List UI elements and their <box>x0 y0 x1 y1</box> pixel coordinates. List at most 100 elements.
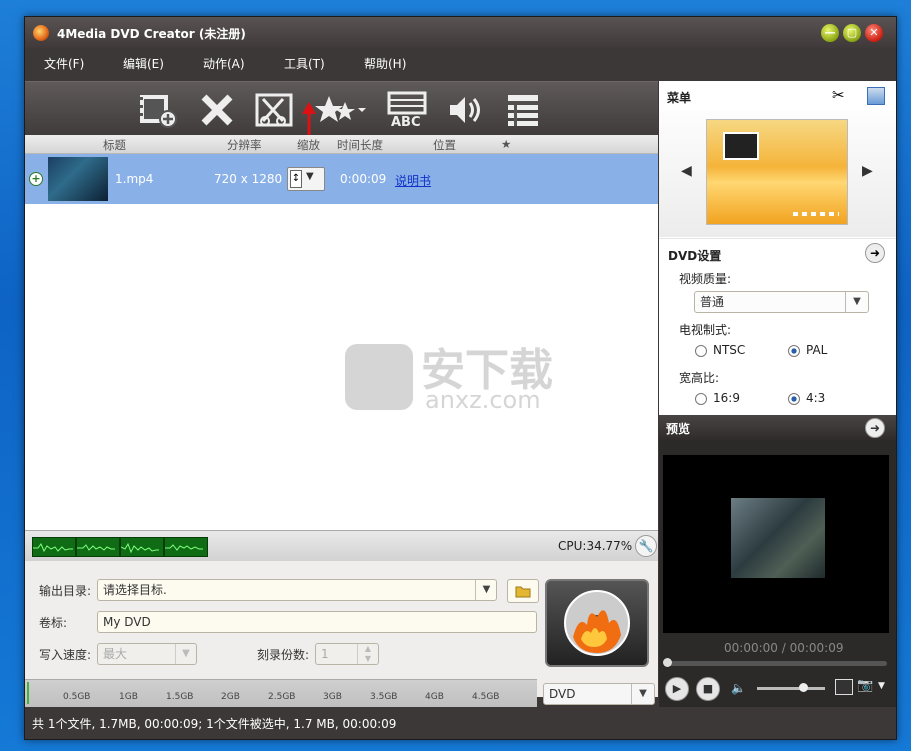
layout-button[interactable] <box>867 87 885 105</box>
copies-label: 刻录份数: <box>257 648 310 662</box>
cpu-settings-button[interactable]: 🔧 <box>635 535 657 557</box>
gauge-label: 4.5GB <box>472 692 500 702</box>
gauge-label: 2GB <box>221 692 240 702</box>
chevron-down-icon: ▼ <box>631 684 654 704</box>
volume-label: 卷标: <box>39 616 68 630</box>
cpu-graph <box>164 537 208 557</box>
chevron-down-icon: ▼ <box>306 171 314 182</box>
close-button[interactable]: ✕ <box>865 24 883 42</box>
edit-menu-button[interactable]: ✂ <box>832 86 845 104</box>
cpu-bar: CPU:34.77% 🔧 <box>25 530 658 561</box>
manual-link[interactable]: 说明书 <box>395 172 431 189</box>
write-speed-value: 最大 <box>103 647 128 661</box>
ntsc-radio[interactable] <box>695 345 707 357</box>
col-resolution[interactable]: 分辨率 <box>227 137 262 153</box>
audio-button[interactable] <box>445 90 485 130</box>
volume-value: My DVD <box>103 615 151 629</box>
arrow-right-icon: ➜ <box>869 246 881 260</box>
next-template-button[interactable]: ▶ <box>862 163 873 179</box>
output-dir-dropdown[interactable]: ▼ <box>475 580 497 600</box>
minimize-button[interactable]: — <box>821 24 839 42</box>
effects-dropdown-button[interactable] <box>315 90 367 130</box>
quality-label: 视频质量: <box>679 272 732 286</box>
volume-handle[interactable] <box>799 683 808 692</box>
wrench-icon: 🔧 <box>638 539 654 553</box>
gauge-label: 1GB <box>119 692 138 702</box>
menu-template-thumbnail[interactable] <box>706 119 848 225</box>
expand-icon[interactable]: + <box>29 172 43 186</box>
preview-panel: 00:00:00 / 00:00:09 ▶ ■ 🔈 📷 ▼ <box>659 441 896 707</box>
menu-action[interactable]: 动作(A) <box>203 55 245 72</box>
write-speed-select[interactable]: 最大 ▼ <box>97 643 197 665</box>
chapters-button[interactable] <box>503 90 543 130</box>
preview-time: 00:00:00 / 00:00:09 <box>724 641 844 655</box>
delete-button[interactable] <box>197 90 237 130</box>
col-zoom[interactable]: 缩放 <box>297 137 320 153</box>
disc-type-value: DVD <box>549 687 576 701</box>
folder-icon <box>515 586 531 598</box>
disc-type-select[interactable]: DVD ▼ <box>543 683 655 705</box>
prev-template-button[interactable]: ◀ <box>681 163 692 179</box>
stop-button[interactable]: ■ <box>696 677 720 701</box>
col-star[interactable]: ★ <box>501 137 511 151</box>
menu-help[interactable]: 帮助(H) <box>364 55 406 72</box>
dvd-settings-expand-button[interactable]: ➜ <box>865 243 885 263</box>
aspect-169-radio[interactable] <box>695 393 707 405</box>
menu-panel-header: 菜单 ✂ <box>659 81 896 112</box>
menu-bar: 文件(F) 编辑(E) 动作(A) 工具(T) 帮助(H) <box>25 49 896 75</box>
gauge-label: 0.5GB <box>63 692 91 702</box>
title-bar: 4Media DVD Creator (未注册) — ▢ ✕ <box>25 17 896 49</box>
seek-handle[interactable] <box>663 658 672 667</box>
col-duration[interactable]: 时间长度 <box>337 137 383 153</box>
col-title[interactable]: 标题 <box>103 137 126 153</box>
gauge-label: 3GB <box>323 692 342 702</box>
subtitle-button[interactable]: ABC <box>387 90 427 130</box>
copies-stepper[interactable]: 1 ▲ ▼ <box>315 643 379 665</box>
aspect-43-radio[interactable] <box>788 393 800 405</box>
seek-bar[interactable] <box>663 658 887 667</box>
maximize-button[interactable]: ▢ <box>843 24 861 42</box>
dvd-settings: DVD设置 ➜ 视频质量: 普通 ▼ 电视制式: NTSC PAL 宽高比: 16… <box>659 238 896 416</box>
template-dots <box>793 212 839 216</box>
menu-edit[interactable]: 编辑(E) <box>123 55 164 72</box>
snapshot-button[interactable]: 📷 <box>857 678 873 693</box>
file-name: 1.mp4 <box>115 172 154 186</box>
stars-icon <box>315 96 366 122</box>
add-video-button[interactable] <box>137 90 177 130</box>
volume-icon: 🔈 <box>731 681 746 695</box>
cut-button[interactable] <box>255 90 295 130</box>
file-list: + 1.mp4 720 x 1280 ↕ ▼ 0:00:09 说明书 安下载 a… <box>25 154 658 530</box>
burn-button[interactable] <box>545 579 649 667</box>
dvd-settings-title: DVD设置 <box>668 249 722 263</box>
pal-radio[interactable] <box>788 345 800 357</box>
aspect-43-label: 4:3 <box>806 391 826 405</box>
app-logo-icon <box>33 25 49 41</box>
triangle-right-icon: ▶ <box>862 163 873 179</box>
menu-file[interactable]: 文件(F) <box>44 55 84 72</box>
gauge-label: 4GB <box>425 692 444 702</box>
quality-select[interactable]: 普通 ▼ <box>694 291 869 313</box>
play-button[interactable]: ▶ <box>665 677 689 701</box>
arrow-right-icon: ➜ <box>869 421 881 435</box>
delete-icon <box>201 94 233 126</box>
preview-expand-button[interactable]: ➜ <box>865 418 885 438</box>
output-dir-field[interactable]: 请选择目标. <box>97 579 497 601</box>
snapshot-dropdown[interactable]: ▼ <box>878 681 885 691</box>
watermark: 安下载 anxz.com <box>345 334 605 424</box>
fullscreen-button[interactable] <box>835 679 853 695</box>
window-title: 4Media DVD Creator (未注册) <box>57 27 246 41</box>
file-resolution: 720 x 1280 <box>214 172 283 186</box>
list-icon <box>508 95 538 126</box>
gauge-label: 1.5GB <box>166 692 194 702</box>
preview-header: 预览 ➜ <box>659 415 896 441</box>
volume-slider[interactable] <box>757 683 825 692</box>
col-position[interactable]: 位置 <box>433 137 456 153</box>
volume-field[interactable]: My DVD <box>97 611 537 633</box>
video-thumbnail <box>48 157 108 201</box>
table-row[interactable]: + 1.mp4 720 x 1280 ↕ ▼ 0:00:09 说明书 <box>25 154 658 204</box>
zoom-dropdown[interactable]: ↕ ▼ <box>287 167 325 191</box>
menu-tools[interactable]: 工具(T) <box>284 55 325 72</box>
capacity-used-fill <box>27 682 29 704</box>
browse-folder-button[interactable] <box>507 579 539 603</box>
quality-value: 普通 <box>700 295 725 309</box>
